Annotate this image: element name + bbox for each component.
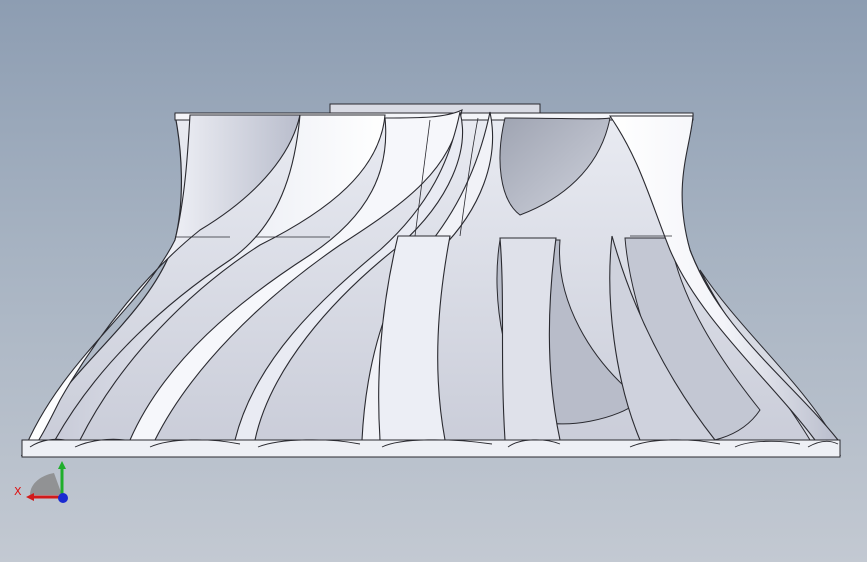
triad-y-arrow: [58, 461, 66, 469]
impeller-model[interactable]: [0, 0, 867, 562]
triad-x-label: X: [14, 485, 22, 498]
triad-plane: [30, 473, 62, 495]
triad-x-arrow: [26, 493, 34, 501]
graphics-viewport[interactable]: X: [0, 0, 867, 562]
triad-z-axis: [58, 493, 68, 503]
orientation-triad[interactable]: X: [10, 455, 80, 515]
base-rim: [21, 439, 841, 458]
